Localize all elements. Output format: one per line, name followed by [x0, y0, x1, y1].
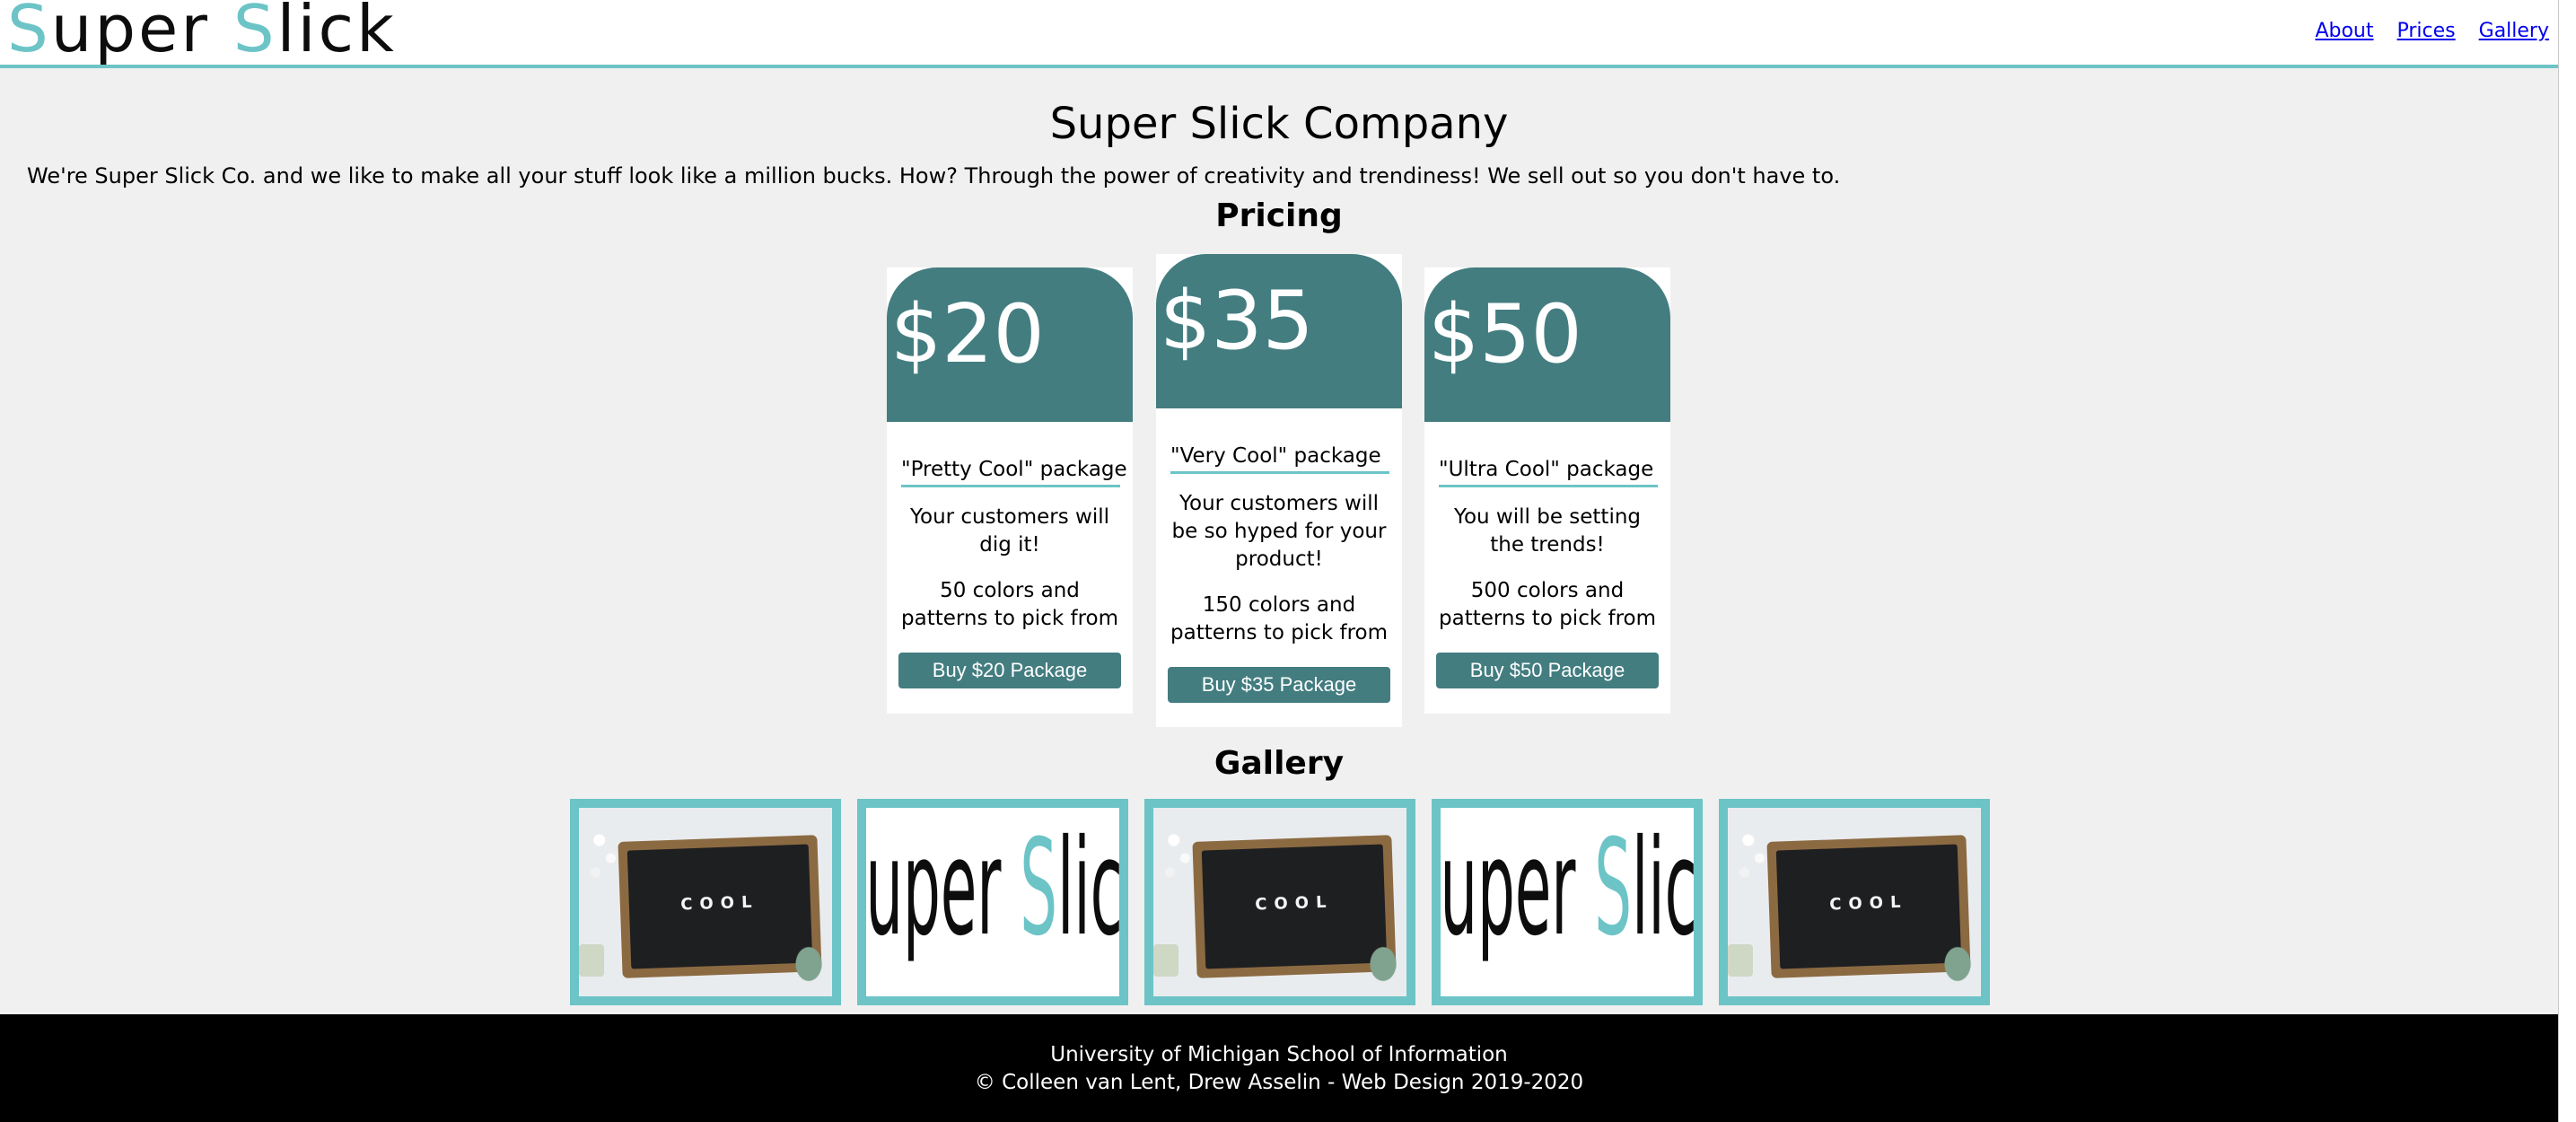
- logo-word-lick: lick: [276, 0, 397, 66]
- flower-decoration: [584, 819, 622, 890]
- pricing-card-50: $50 "Ultra Cool" package You will be set…: [1424, 267, 1670, 714]
- board-word: COOL: [1254, 892, 1334, 915]
- nav-link-gallery[interactable]: Gallery: [2479, 20, 2549, 42]
- package-name: "Very Cool" package: [1170, 444, 1389, 474]
- buy-50-button[interactable]: Buy $50 Package: [1436, 653, 1659, 688]
- package-description: Your customers will be so hyped for your…: [1171, 492, 1387, 571]
- flower-decoration: [1733, 819, 1771, 890]
- site-footer: University of Michigan School of Informa…: [0, 1014, 2558, 1122]
- svg-text:Super Slick: Super Slick: [1441, 817, 1694, 965]
- gallery-image-logo[interactable]: Super Slick: [1432, 799, 1703, 1005]
- page-title: Super Slick Company: [1049, 99, 1509, 149]
- logo-graphic: Super Slick: [866, 817, 1119, 965]
- gallery-image-chalkboard[interactable]: COOL: [1144, 799, 1415, 1005]
- package-name: "Pretty Cool" package: [901, 458, 1127, 487]
- price-amount: $20: [890, 287, 1045, 381]
- logo-image: Super Slick: [1441, 808, 1694, 996]
- board-word: COOL: [1828, 892, 1908, 915]
- price-header: $20: [887, 267, 1133, 422]
- svg-text:Super Slick: Super Slick: [866, 817, 1119, 965]
- cup-decoration: [1153, 944, 1178, 977]
- scrollbar-track[interactable]: [2558, 0, 2576, 1122]
- package-colors: 500 colors and patterns to pick from: [1439, 579, 1656, 630]
- gallery-heading: Gallery: [1214, 745, 1345, 782]
- nav-link-about[interactable]: About: [2315, 20, 2373, 42]
- flower-decoration: [1159, 819, 1196, 890]
- logo-graphic: Super Slick: [1441, 817, 1694, 965]
- buy-20-button[interactable]: Buy $20 Package: [898, 653, 1121, 688]
- leaf-decoration: [791, 941, 827, 987]
- price-amount: $50: [1428, 287, 1582, 381]
- leaf-decoration: [1365, 941, 1401, 987]
- board-slate: COOL: [1201, 844, 1388, 969]
- logo-word-super: uper: [50, 0, 233, 66]
- gallery-image-chalkboard[interactable]: COOL: [570, 799, 841, 1005]
- cup-decoration: [579, 944, 604, 977]
- logo-image: Super Slick: [866, 808, 1119, 996]
- logo-letter-s2: S: [232, 0, 277, 66]
- intro-text: We're Super Slick Co. and we like to mak…: [27, 163, 1841, 188]
- chalkboard-photo: COOL: [579, 808, 832, 996]
- chalkboard-photo: COOL: [1153, 808, 1406, 996]
- site-header: Super Slick About Prices Gallery: [0, 0, 2558, 68]
- board-slate: COOL: [626, 844, 813, 969]
- gallery-image-chalkboard[interactable]: COOL: [1719, 799, 1990, 1005]
- buy-35-button[interactable]: Buy $35 Package: [1168, 667, 1390, 703]
- price-header: $35: [1156, 254, 1402, 408]
- package-colors: 150 colors and patterns to pick from: [1170, 593, 1388, 644]
- package-description: Your customers will dig it!: [910, 505, 1109, 557]
- gallery-image-logo[interactable]: Super Slick: [857, 799, 1128, 1005]
- footer-school: University of Michigan School of Informa…: [1050, 1043, 1508, 1066]
- price-amount: $35: [1160, 274, 1314, 368]
- cup-decoration: [1728, 944, 1753, 977]
- board-slate: COOL: [1775, 844, 1962, 969]
- nav-link-prices[interactable]: Prices: [2397, 20, 2456, 42]
- pricing-heading: Pricing: [1215, 197, 1343, 234]
- site-logo: Super Slick: [7, 0, 397, 61]
- footer-copyright: © Colleen van Lent, Drew Asselin - Web D…: [974, 1071, 1584, 1094]
- chalkboard-photo: COOL: [1728, 808, 1981, 996]
- pricing-card-35: $35 "Very Cool" package Your customers w…: [1156, 254, 1402, 727]
- logo-letter-s: S: [7, 0, 51, 66]
- leaf-decoration: [1940, 941, 1976, 987]
- package-name: "Ultra Cool" package: [1439, 458, 1658, 487]
- pricing-card-20: $20 "Pretty Cool" package Your customers…: [887, 267, 1133, 714]
- board-word: COOL: [679, 892, 759, 915]
- main-nav: About Prices Gallery: [2315, 20, 2549, 42]
- price-header: $50: [1424, 267, 1670, 422]
- package-colors: 50 colors and patterns to pick from: [901, 579, 1118, 630]
- package-description: You will be setting the trends!: [1453, 505, 1642, 557]
